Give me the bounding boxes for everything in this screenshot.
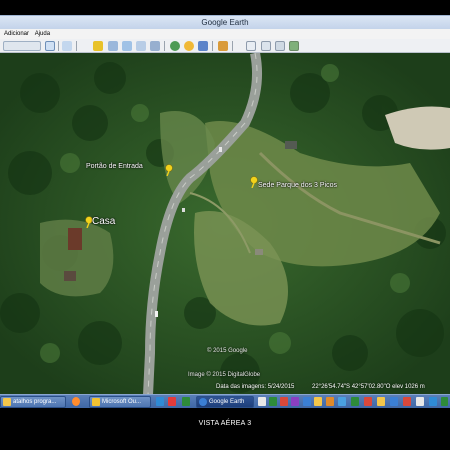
- sidebar-icon[interactable]: [62, 41, 72, 51]
- planets-icon[interactable]: [198, 41, 208, 51]
- search-icon[interactable]: [45, 41, 55, 51]
- folder-icon: [3, 398, 11, 406]
- app-icon[interactable]: [403, 397, 411, 406]
- view-in-maps-icon[interactable]: [289, 41, 299, 51]
- pdf-icon[interactable]: [168, 397, 176, 406]
- excel-icon[interactable]: [182, 397, 190, 406]
- app-icon[interactable]: [314, 397, 322, 406]
- toolbar-divider: [76, 41, 77, 51]
- window-title: Google Earth: [201, 18, 249, 27]
- polygon-icon[interactable]: [108, 41, 118, 51]
- app-icon[interactable]: [326, 397, 334, 406]
- toolbar-divider: [232, 41, 233, 51]
- app-icon[interactable]: [269, 397, 277, 406]
- taskbar-button-atalhos[interactable]: atalhos progra...: [0, 396, 66, 408]
- placemark-pin-icon[interactable]: [163, 164, 175, 176]
- print-icon[interactable]: [261, 41, 271, 51]
- map-view[interactable]: Portão de Entrada Sede Parque dos 3 Pico…: [0, 53, 450, 395]
- app-icon[interactable]: [416, 397, 424, 406]
- toolbar-divider: [212, 41, 213, 51]
- taskbar-button-google-earth[interactable]: Google Earth: [196, 396, 254, 408]
- toolbar-divider: [164, 41, 165, 51]
- imagery-copyright: Image © 2015 DigitalGlobe: [188, 372, 261, 378]
- satellite-imagery: [0, 53, 450, 395]
- top-black-bar: [0, 0, 450, 15]
- email-icon[interactable]: [246, 41, 256, 51]
- menu-item-ajuda[interactable]: Ajuda: [35, 29, 50, 39]
- tour-icon[interactable]: [150, 41, 160, 51]
- app-icon[interactable]: [390, 397, 398, 406]
- app-icon[interactable]: [429, 397, 437, 406]
- app-icon[interactable]: [291, 397, 299, 406]
- app-icon[interactable]: [258, 397, 266, 406]
- app-icon[interactable]: [280, 397, 288, 406]
- app-icon[interactable]: [351, 397, 359, 406]
- taskbar-button-outlook[interactable]: Microsoft Ou...: [89, 396, 151, 408]
- coordinates-readout: 22°26'54.74"S 42°57'02.80"O elev 1026 m: [312, 384, 425, 390]
- placemark-label-hq[interactable]: Sede Parque dos 3 Picos: [258, 182, 337, 189]
- app-icon[interactable]: [377, 397, 385, 406]
- menu-bar: Adicionar Ajuda: [0, 29, 450, 39]
- search-box[interactable]: [3, 41, 41, 51]
- imagery-date: Data das imagens: 5/24/2015: [216, 384, 295, 390]
- placemark-label-gate[interactable]: Portão de Entrada: [86, 163, 143, 170]
- google-earth-icon: [199, 398, 207, 406]
- placemark-icon[interactable]: [93, 41, 103, 51]
- window-titlebar: Google Earth: [0, 15, 450, 29]
- app-icon[interactable]: [303, 397, 311, 406]
- placemark-label-house[interactable]: Casa: [92, 216, 115, 227]
- overlay-icon[interactable]: [136, 41, 146, 51]
- photo-icon[interactable]: [156, 397, 164, 406]
- toolbar: [0, 39, 450, 53]
- ruler-icon[interactable]: [218, 41, 228, 51]
- path-icon[interactable]: [122, 41, 132, 51]
- save-image-icon[interactable]: [275, 41, 285, 51]
- image-caption: VISTA AÉREA 3: [198, 420, 252, 427]
- app-icon[interactable]: [338, 397, 346, 406]
- outlook-icon: [92, 398, 100, 406]
- sunlight-icon[interactable]: [184, 41, 194, 51]
- windows-taskbar: atalhos progra... Microsoft Ou... Google…: [0, 394, 450, 408]
- google-copyright: © 2015 Google: [207, 348, 248, 354]
- app-icon[interactable]: [364, 397, 372, 406]
- toolbar-divider: [58, 41, 59, 51]
- firefox-icon[interactable]: [72, 397, 80, 406]
- historical-imagery-icon[interactable]: [170, 41, 180, 51]
- app-icon[interactable]: [441, 397, 448, 406]
- menu-item-adicionar[interactable]: Adicionar: [4, 29, 29, 39]
